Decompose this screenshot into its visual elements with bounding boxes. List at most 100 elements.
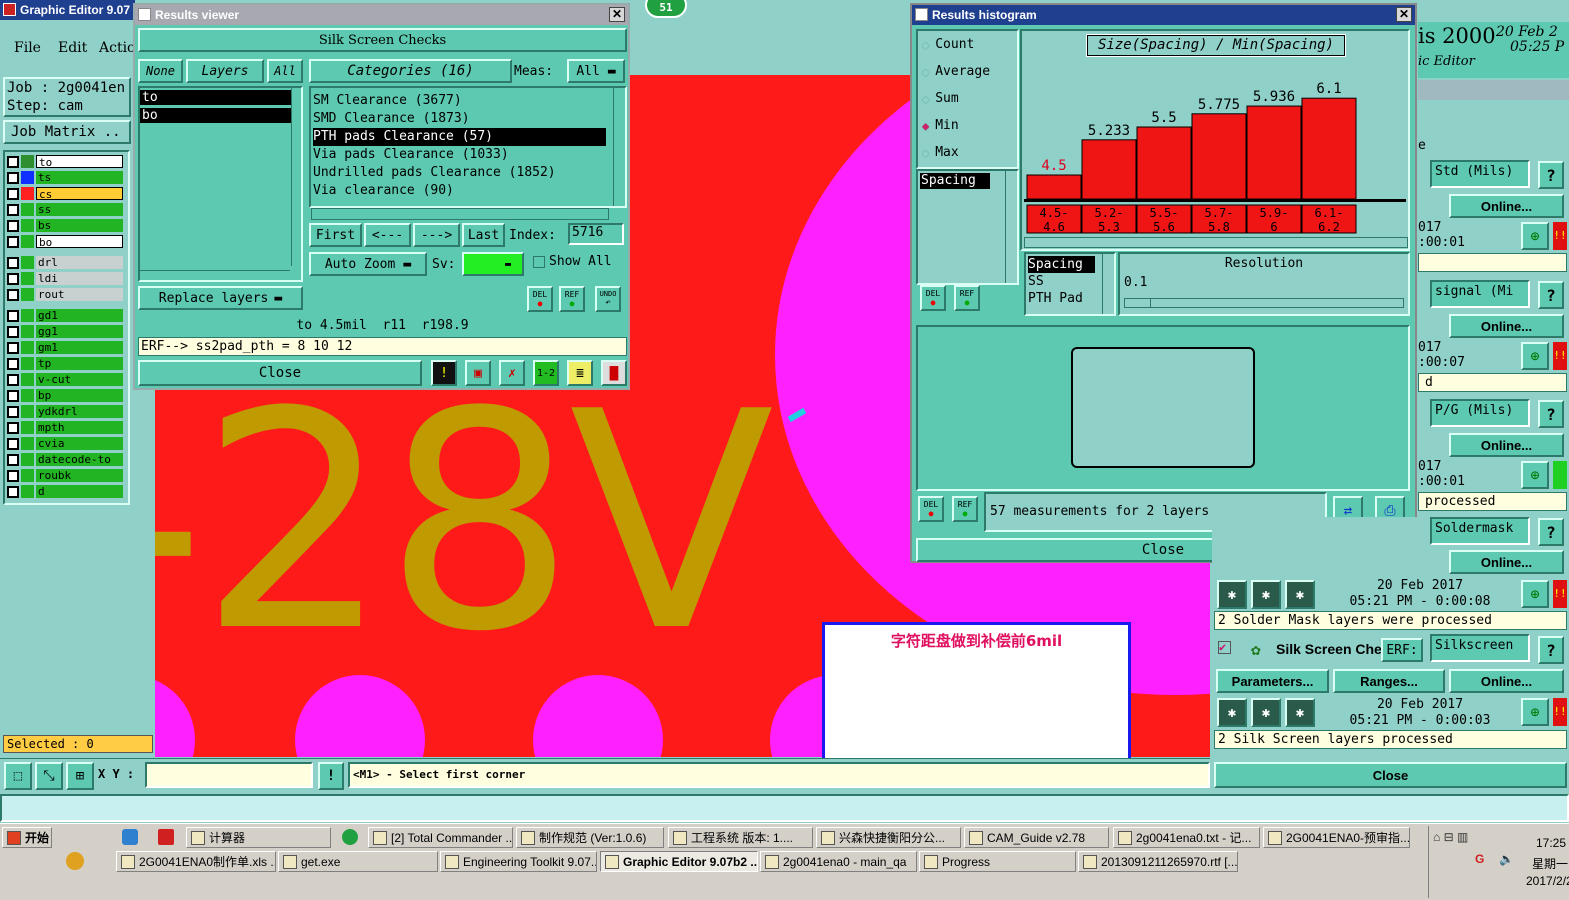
run-icon[interactable]: ✱ <box>1217 698 1247 727</box>
mode-option-min[interactable]: ◆ Min <box>922 118 959 133</box>
layer-color-swatch[interactable] <box>21 219 34 232</box>
resolution-slider[interactable] <box>1124 298 1404 308</box>
mode-option-sum[interactable]: ◆ Sum <box>922 91 959 106</box>
layer-name[interactable]: bo <box>36 235 123 248</box>
layer-checkbox[interactable] <box>7 171 19 184</box>
layer-checkbox[interactable] <box>7 187 19 200</box>
layer-checkbox[interactable] <box>7 325 19 338</box>
grid-icon[interactable]: ⊞ <box>66 762 94 790</box>
run-icon[interactable]: ✱ <box>1251 698 1281 727</box>
sv-color-select[interactable]: ▬ <box>462 252 524 276</box>
run-icon[interactable]: ✱ <box>1217 580 1247 609</box>
layer-row-rout[interactable]: rout <box>7 287 123 302</box>
layer-row-v-cut[interactable]: v-cut <box>7 372 123 387</box>
taskbar-item[interactable]: 工程系统 版本: 1.... <box>668 827 813 848</box>
category-item[interactable]: SM Clearance (3677) <box>313 92 625 110</box>
zoom-icon[interactable]: ⤡ <box>35 762 63 790</box>
silkscreen-field[interactable]: Silkscreen <box>1430 634 1530 662</box>
histogram-bar[interactable] <box>1246 105 1302 200</box>
ref-button[interactable]: REF ● <box>559 286 585 312</box>
job-matrix-button[interactable]: Job Matrix .. <box>3 120 131 144</box>
zoom-plus-icon[interactable]: ⊕ <box>1521 461 1549 489</box>
row-field-box[interactable]: P/G (Mils) <box>1430 399 1530 427</box>
layer-checkbox[interactable] <box>7 203 19 216</box>
help-button[interactable]: ? <box>1538 281 1564 309</box>
layer-color-swatch[interactable] <box>21 405 34 418</box>
layer-name[interactable]: bp <box>36 389 123 402</box>
auto-zoom-select[interactable]: Auto Zoom ▬ <box>309 252 427 276</box>
help-button[interactable]: ? <box>1538 161 1564 189</box>
help-button[interactable]: ? <box>1538 636 1564 664</box>
layer-color-swatch[interactable] <box>21 171 34 184</box>
taskbar-item[interactable]: 计算器 <box>186 827 331 848</box>
layer-name[interactable]: rout <box>36 288 123 301</box>
online-button-5[interactable]: Online... <box>1449 669 1564 693</box>
taskbar-item[interactable]: Graphic Editor 9.07b2 ... <box>600 851 758 872</box>
hist-ref-button-2[interactable]: REF ● <box>952 496 978 522</box>
layer-color-swatch[interactable] <box>21 437 34 450</box>
alert-icon[interactable]: ! <box>318 762 344 790</box>
layer-color-swatch[interactable] <box>21 485 34 498</box>
layer-checkbox[interactable] <box>7 421 19 434</box>
replace-layers-button[interactable]: Replace layers ▬ <box>138 286 303 310</box>
layer-row-ydkdrl[interactable]: ydkdrl <box>7 404 123 419</box>
hist-ref-button[interactable]: REF ● <box>954 285 980 311</box>
erf-button[interactable]: ERF: <box>1381 638 1423 662</box>
soldermask-field[interactable]: Soldermask <box>1430 517 1530 545</box>
layer-row-cs[interactable]: cs <box>7 186 123 201</box>
layer-result-item-to[interactable]: to <box>140 90 291 105</box>
histogram-bar[interactable] <box>1026 174 1082 200</box>
categories-button[interactable]: Categories (16) <box>309 59 512 83</box>
layer-name[interactable]: ss <box>36 203 123 216</box>
right-close-button[interactable]: Close <box>1214 762 1567 788</box>
close-icon[interactable]: ✕ <box>1396 7 1412 22</box>
category-item[interactable]: Undrilled pads Clearance (1852) <box>313 164 625 182</box>
help-button[interactable]: ? <box>1538 400 1564 428</box>
histogram-bar[interactable] <box>1136 126 1192 200</box>
layer-row-mpth[interactable]: mpth <box>7 420 123 435</box>
layer-row-bp[interactable]: bp <box>7 388 123 403</box>
layer-color-swatch[interactable] <box>21 235 34 248</box>
compare-icon[interactable]: 1-2 <box>533 360 559 386</box>
chart-hscroll[interactable] <box>1024 237 1408 248</box>
layer-color-swatch[interactable] <box>21 341 34 354</box>
layer-list-scrollbar[interactable] <box>291 88 301 266</box>
histogram-icon[interactable]: ▇ <box>601 360 627 386</box>
meas-list2-item-selected[interactable]: Spacing <box>1028 256 1095 273</box>
layer-color-swatch[interactable] <box>21 325 34 338</box>
layer-name[interactable]: v-cut <box>36 373 123 386</box>
layer-checkbox[interactable] <box>7 341 19 354</box>
layer-checkbox[interactable] <box>7 272 19 285</box>
row-field-box[interactable]: signal (Mi <box>1430 280 1530 308</box>
layer-list-hscroll[interactable] <box>140 270 290 280</box>
layer-name[interactable]: to <box>36 155 123 168</box>
taskbar-item[interactable]: 2G0041ENA0制作单.xls ... <box>116 851 276 872</box>
layer-color-swatch[interactable] <box>21 357 34 370</box>
taskbar-item[interactable]: 2g0041ena0.txt - 记... <box>1113 827 1260 848</box>
layer-checkbox[interactable] <box>7 309 19 322</box>
taskbar-item[interactable]: Engineering Toolkit 9.07... <box>440 851 597 872</box>
help-button[interactable]: ? <box>1538 518 1564 546</box>
layer-name[interactable]: cvia <box>36 437 123 450</box>
undo-button[interactable]: UNDO ↶ <box>595 286 621 312</box>
ranges-button[interactable]: Ranges... <box>1333 669 1445 693</box>
layers-button[interactable]: Layers <box>186 59 264 83</box>
layer-checkbox[interactable] <box>7 357 19 370</box>
layer-name[interactable]: drl <box>36 256 123 269</box>
meas-list-item-selected[interactable]: Spacing <box>920 173 990 189</box>
layer-name[interactable]: gd1 <box>36 309 123 322</box>
cross-out-icon[interactable]: ✗ <box>499 360 525 386</box>
layer-row-gm1[interactable]: gm1 <box>7 340 123 355</box>
taskbar-item[interactable]: 兴森快捷衡阳分公... <box>816 827 961 848</box>
layer-color-swatch[interactable] <box>21 309 34 322</box>
run-icon[interactable]: ✱ <box>1285 580 1315 609</box>
layer-row-gd1[interactable]: gd1 <box>7 308 123 323</box>
layer-color-swatch[interactable] <box>21 453 34 466</box>
layer-color-swatch[interactable] <box>21 256 34 269</box>
online-button[interactable]: Online... <box>1449 194 1564 218</box>
layer-name[interactable]: tp <box>36 357 123 370</box>
layer-checkbox[interactable] <box>7 373 19 386</box>
layer-color-swatch[interactable] <box>21 203 34 216</box>
layer-color-swatch[interactable] <box>21 389 34 402</box>
layer-checkbox[interactable] <box>7 485 19 498</box>
